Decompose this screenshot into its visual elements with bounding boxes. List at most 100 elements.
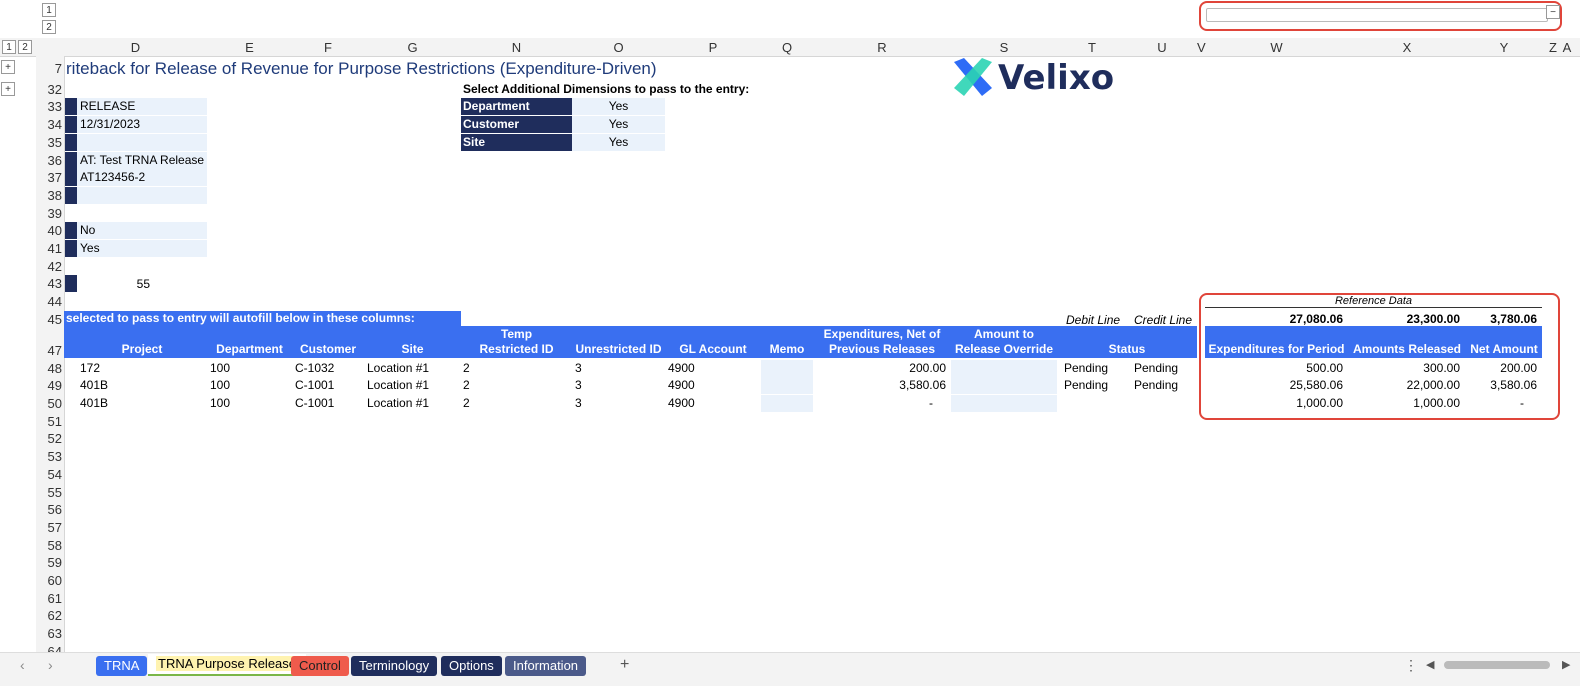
cell-expenditures[interactable]: 200.00 xyxy=(813,360,946,377)
row-header[interactable]: 43 xyxy=(38,276,62,291)
col-header-W[interactable]: W xyxy=(1205,40,1348,56)
dimension-value[interactable]: Yes xyxy=(572,116,665,133)
scroll-right-icon[interactable]: ▶ xyxy=(1562,658,1570,671)
cell-expenditures[interactable]: - xyxy=(813,395,933,412)
cell-gl-account[interactable]: 4900 xyxy=(668,377,695,394)
dimension-value[interactable]: Yes xyxy=(572,98,665,115)
col-header-T[interactable]: T xyxy=(1057,40,1127,56)
cell-unrestricted-id[interactable]: 3 xyxy=(575,395,582,412)
param-empty[interactable] xyxy=(77,187,207,204)
sheet-title[interactable]: riteback for Release of Revenue for Purp… xyxy=(66,59,657,79)
row-header[interactable]: 52 xyxy=(38,431,62,446)
cell-override[interactable] xyxy=(951,360,1057,377)
cell-project[interactable]: 401B xyxy=(80,377,108,394)
param-date[interactable]: 12/31/2023 xyxy=(77,116,207,133)
cell-override[interactable] xyxy=(951,377,1057,394)
row-header[interactable]: 58 xyxy=(38,538,62,553)
col-header-P[interactable]: P xyxy=(665,40,761,56)
cell-site[interactable]: Location #1 xyxy=(367,360,429,377)
dimension-value[interactable]: Yes xyxy=(572,134,665,151)
col-outline-2[interactable]: 2 xyxy=(18,40,32,54)
cell-memo[interactable] xyxy=(761,360,813,377)
row-header[interactable]: 33 xyxy=(38,99,62,114)
row-header[interactable]: 7 xyxy=(38,61,62,76)
cell-department[interactable]: 100 xyxy=(210,395,230,412)
cell-gl-account[interactable]: 4900 xyxy=(668,360,695,377)
cell-expenditures[interactable]: 3,580.06 xyxy=(813,377,946,394)
cell-unrestricted-id[interactable]: 3 xyxy=(575,360,582,377)
prev-sheet-icon[interactable]: ‹ xyxy=(20,657,25,673)
tab-terminology[interactable]: Terminology xyxy=(351,656,438,676)
row-header[interactable]: 41 xyxy=(38,241,62,256)
expand-plus-1[interactable]: + xyxy=(1,60,15,74)
tab-trna[interactable]: TRNA xyxy=(96,656,148,676)
row-header[interactable]: 60 xyxy=(38,573,62,588)
param-count[interactable]: 55 xyxy=(120,276,150,293)
row-header[interactable]: 49 xyxy=(38,378,62,393)
row-header[interactable]: 38 xyxy=(38,188,62,203)
row-header[interactable]: 59 xyxy=(38,555,62,570)
col-header-G[interactable]: G xyxy=(364,40,461,56)
col-outline-1[interactable]: 1 xyxy=(2,40,16,54)
cell-department[interactable]: 100 xyxy=(210,360,230,377)
param-empty[interactable] xyxy=(77,134,207,151)
col-header-F[interactable]: F xyxy=(292,40,364,56)
row-header[interactable]: 48 xyxy=(38,361,62,376)
row-header[interactable]: 53 xyxy=(38,449,62,464)
cell-site[interactable]: Location #1 xyxy=(367,395,429,412)
row-header[interactable]: 36 xyxy=(38,153,62,168)
param-flag-1[interactable]: No xyxy=(77,222,207,239)
row-header[interactable]: 44 xyxy=(38,294,62,309)
cell-debit-status[interactable]: Pending xyxy=(1064,377,1108,394)
row-header[interactable]: 39 xyxy=(38,206,62,221)
col-header-Q[interactable]: Q xyxy=(761,40,813,56)
col-header-A[interactable]: A xyxy=(1562,40,1572,56)
cell-credit-status[interactable]: Pending xyxy=(1134,377,1178,394)
tab-information[interactable]: Information xyxy=(505,656,587,676)
row-header[interactable]: 32 xyxy=(38,82,62,97)
cell-customer[interactable]: C-1032 xyxy=(295,360,334,377)
col-header-N[interactable]: N xyxy=(461,40,572,56)
next-sheet-icon[interactable]: › xyxy=(48,657,53,673)
row-header[interactable]: 51 xyxy=(38,414,62,429)
param-type[interactable]: RELEASE xyxy=(77,98,207,115)
cell-temp-id[interactable]: 2 xyxy=(463,360,470,377)
row-header[interactable]: 56 xyxy=(38,502,62,517)
row-header[interactable]: 61 xyxy=(38,591,62,606)
formula-bar-mini[interactable] xyxy=(1206,8,1548,22)
cell-credit-status[interactable]: Pending xyxy=(1134,360,1178,377)
collapse-button[interactable]: − xyxy=(1546,5,1560,19)
row-header[interactable]: 57 xyxy=(38,520,62,535)
cell-unrestricted-id[interactable]: 3 xyxy=(575,377,582,394)
tab-options[interactable]: Options xyxy=(441,656,502,676)
more-options-icon[interactable]: ⋮ xyxy=(1404,657,1418,674)
col-header-D[interactable]: D xyxy=(64,40,207,56)
row-header[interactable]: 37 xyxy=(38,170,62,185)
tab-control[interactable]: Control xyxy=(291,656,349,676)
cell-customer[interactable]: C-1001 xyxy=(295,377,334,394)
param-description[interactable]: AT: Test TRNA Release xyxy=(77,152,207,169)
cell-department[interactable]: 100 xyxy=(210,377,230,394)
param-flag-2[interactable]: Yes xyxy=(77,240,207,257)
param-reference[interactable]: AT123456-2 xyxy=(77,169,207,186)
tab-trna-purpose-release[interactable]: TRNA Purpose Release xyxy=(148,654,307,676)
expand-plus-2[interactable]: + xyxy=(1,82,15,96)
cell-temp-id[interactable]: 2 xyxy=(463,395,470,412)
row-header[interactable]: 55 xyxy=(38,485,62,500)
col-header-Y[interactable]: Y xyxy=(1466,40,1542,56)
cell-memo[interactable] xyxy=(761,395,813,412)
col-header-S[interactable]: S xyxy=(951,40,1057,56)
col-header-U[interactable]: U xyxy=(1127,40,1197,56)
row-header[interactable]: 54 xyxy=(38,467,62,482)
col-header-O[interactable]: O xyxy=(572,40,665,56)
outline-level-1-button[interactable]: 1 xyxy=(42,3,56,17)
row-header[interactable]: 40 xyxy=(38,223,62,238)
cell-project[interactable]: 401B xyxy=(80,395,108,412)
outline-level-2-button[interactable]: 2 xyxy=(42,20,56,34)
cell-project[interactable]: 172 xyxy=(80,360,100,377)
cell-memo[interactable] xyxy=(761,377,813,394)
row-header[interactable]: 34 xyxy=(38,117,62,132)
cell-customer[interactable]: C-1001 xyxy=(295,395,334,412)
cell-temp-id[interactable]: 2 xyxy=(463,377,470,394)
horizontal-scrollbar[interactable] xyxy=(1444,661,1550,669)
